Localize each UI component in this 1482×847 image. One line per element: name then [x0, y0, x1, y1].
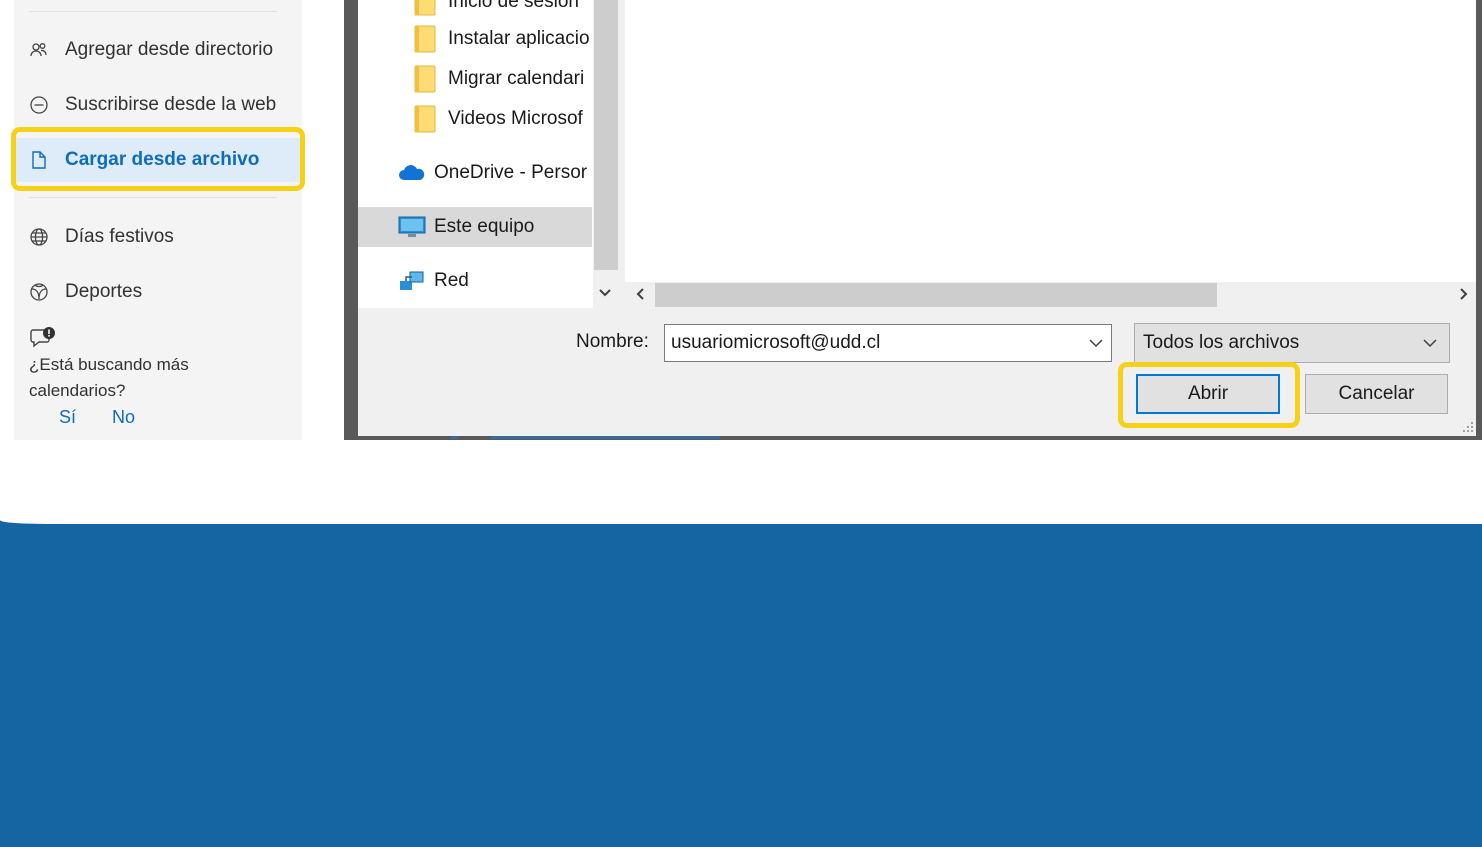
- sidebar-item-label: Días festivos: [65, 226, 174, 247]
- network-icon: [400, 271, 424, 290]
- chevron-down-icon: [1415, 338, 1445, 348]
- this-pc-label: Este equipo: [434, 216, 535, 237]
- scroll-left-icon[interactable]: [628, 283, 652, 307]
- computer-icon: [398, 216, 426, 237]
- folder-icon: [414, 105, 436, 133]
- highlight-load-from-file: [11, 127, 305, 191]
- people-add-icon: [28, 39, 50, 61]
- filename-combobox[interactable]: [664, 324, 1112, 362]
- add-from-directory-item[interactable]: Agregar desde directorio: [14, 28, 302, 72]
- globe-icon: [28, 226, 50, 248]
- this-pc-item[interactable]: Este equipo: [398, 208, 534, 246]
- folder-icon: [414, 65, 436, 93]
- cloud-icon: [399, 165, 425, 180]
- decorative-blue-band: [0, 520, 1482, 847]
- network-label: Red: [434, 270, 469, 291]
- sidebar-item-label: Suscribirse desde la web: [65, 94, 277, 115]
- network-item[interactable]: Red: [398, 262, 469, 300]
- web-subscribe-icon: [28, 94, 50, 116]
- file-type-select[interactable]: Todos los archivos: [1134, 323, 1450, 363]
- onedrive-item[interactable]: OneDrive - Persor: [398, 154, 587, 192]
- sidebar-item-label: Deportes: [65, 281, 143, 302]
- prompt-question: ¿Está buscando más calendarios?: [29, 355, 189, 400]
- holidays-item[interactable]: Días festivos: [14, 215, 302, 259]
- yes-link[interactable]: Sí: [59, 407, 76, 427]
- folder-icon: [414, 25, 436, 53]
- feedback-icon: [30, 327, 55, 348]
- subscribe-from-web-item[interactable]: Suscribirse desde la web: [14, 83, 302, 127]
- folder-label: Inicio de sesión: [448, 0, 579, 12]
- file-list-pane: [625, 0, 1476, 282]
- onedrive-label: OneDrive - Persor: [434, 162, 588, 183]
- folder-icon: [414, 0, 436, 16]
- sports-ball-icon: [28, 281, 50, 303]
- scroll-down-icon[interactable]: [595, 284, 615, 304]
- folder-item[interactable]: Migrar calendari: [414, 60, 584, 98]
- no-link[interactable]: No: [112, 407, 135, 427]
- cancel-button[interactable]: Cancelar: [1305, 374, 1448, 414]
- folder-label: Migrar calendari: [448, 68, 585, 89]
- folder-label: Videos Microsof: [448, 108, 583, 129]
- filename-label: Nombre:: [576, 331, 649, 352]
- folder-item[interactable]: Videos Microsof: [414, 100, 583, 138]
- file-scroll-thumb[interactable]: [655, 283, 1217, 307]
- calendar-sidebar: Agregar desde directorio Suscribirse des…: [14, 0, 302, 440]
- nav-scroll-thumb[interactable]: [594, 0, 618, 270]
- folder-label: Instalar aplicacio: [448, 28, 590, 49]
- file-type-value: Todos los archivos: [1143, 332, 1300, 353]
- sports-item[interactable]: Deportes: [14, 270, 302, 314]
- resize-grip-icon[interactable]: [1460, 418, 1474, 434]
- sidebar-item-label: Agregar desde directorio: [65, 39, 274, 60]
- more-calendars-prompt: ¿Está buscando más calendarios? Sí No: [29, 326, 289, 431]
- divider: [29, 11, 277, 12]
- chevron-down-icon[interactable]: [1081, 338, 1111, 348]
- divider: [29, 197, 277, 198]
- folder-item[interactable]: Inicio de sesión: [414, 0, 579, 21]
- scroll-right-icon[interactable]: [1452, 283, 1476, 307]
- filename-input[interactable]: [665, 325, 1081, 361]
- highlight-open-button: [1118, 362, 1300, 428]
- folder-item[interactable]: Instalar aplicacio: [414, 20, 590, 58]
